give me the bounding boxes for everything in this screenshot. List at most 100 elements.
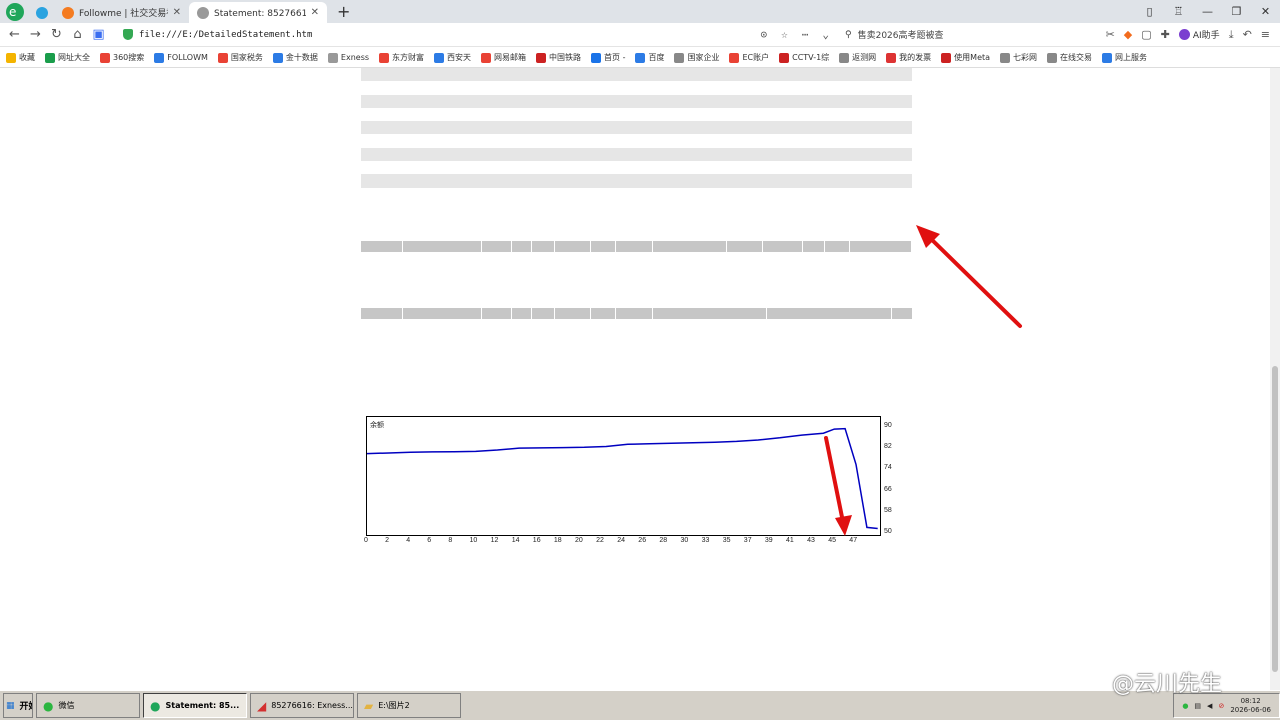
tab-icon[interactable]: ▢ — [1141, 28, 1151, 41]
bookmark-item[interactable]: Exness — [327, 52, 369, 63]
sidebar-icon[interactable]: ▯ — [1135, 5, 1164, 18]
bookmark-icon — [327, 52, 338, 63]
watermark: @云川先生 — [1112, 672, 1223, 697]
new-tab-button[interactable]: + — [327, 2, 360, 21]
x-tick-label: 39 — [764, 537, 773, 544]
bookmark-item[interactable]: 网易邮箱 — [481, 52, 526, 63]
page-icon — [197, 6, 209, 19]
bookmark-item[interactable]: 我的发票 — [886, 52, 931, 63]
bookmark-icon — [941, 52, 952, 63]
x-tick-label: 24 — [617, 537, 625, 544]
bookmark-icon — [45, 52, 55, 63]
bookmark-item[interactable]: 网上服务 — [1102, 52, 1147, 63]
x-tick-label: 45 — [828, 537, 836, 544]
extension-orange-icon[interactable]: ◆ — [1124, 28, 1132, 41]
bookmark-item[interactable]: 网址大全 — [45, 52, 90, 63]
search-box[interactable]: ⚲ 售卖2026高考题被查 — [837, 25, 1047, 45]
location-icon[interactable]: ⊙ — [761, 28, 768, 41]
vertical-scrollbar[interactable] — [1270, 68, 1280, 690]
bookmark-icon — [434, 52, 445, 63]
taskbar-item-statement[interactable]: ● Statement: 85... — [143, 693, 247, 718]
x-tick-label: 6 — [427, 537, 432, 544]
y-tick-label: 82 — [884, 443, 892, 451]
cut-icon[interactable]: ✂ — [1106, 28, 1115, 41]
search-text[interactable]: 售卖2026高考题被查 — [858, 28, 944, 41]
ai-icon — [1178, 29, 1190, 40]
y-tick-label: 90 — [884, 422, 892, 429]
x-tick-label: 14 — [511, 537, 520, 544]
y-tick-label: 74 — [884, 464, 892, 472]
reload-button[interactable]: ↻ — [46, 27, 67, 42]
tray-security-icon[interactable]: ⊘ — [1218, 702, 1224, 710]
start-button[interactable]: ▦ 开始 — [3, 693, 33, 718]
download-icon[interactable]: ⤓ — [1229, 28, 1234, 42]
home-button[interactable]: ⌂ — [67, 27, 88, 42]
address-text[interactable]: file:///E:/DetailedStatement.htm — [139, 30, 312, 40]
tab-followme[interactable]: Followme | 社交交易社区与 ✕ — [54, 2, 189, 23]
bookmark-item[interactable]: 国家税务 — [217, 52, 263, 63]
chevron-down-icon[interactable]: ⌄ — [822, 28, 829, 41]
bookmark-icon — [154, 52, 165, 63]
x-tick-label: 26 — [638, 537, 647, 544]
browser-logo-icon[interactable]: e — [4, 1, 26, 23]
close-icon[interactable]: ✕ — [173, 7, 181, 18]
bookmark-item[interactable]: 使用Meta — [941, 52, 990, 63]
bookmark-item[interactable]: 首页 - — [591, 52, 625, 63]
undo-icon[interactable]: ↶ — [1243, 28, 1252, 41]
forward-button[interactable]: → — [25, 27, 46, 42]
bookmark-item[interactable]: 国家企业 — [674, 52, 719, 63]
minimize-button[interactable]: — — [1193, 5, 1222, 18]
puzzle-icon[interactable]: ✚ — [1161, 28, 1170, 41]
bookmark-item[interactable]: 西安天 — [434, 52, 471, 63]
bookmark-item[interactable]: 七彩网 — [1000, 52, 1037, 63]
x-tick-label: 22 — [596, 537, 604, 544]
statement-page: 余额 0 2 4 6 8 10 12 14 16 18 20 22 24 26 28 30 33 35 37 39 41… — [0, 68, 1280, 690]
bookmark-item[interactable]: 中国铁路 — [536, 52, 581, 63]
bookmark-icon — [635, 52, 646, 63]
x-tick-label: 8 — [448, 537, 453, 544]
bookmark-label: 东方财富 — [392, 53, 425, 62]
tab-strip: e Followme | 社交交易社区与 ✕ Statement: 852766… — [0, 0, 1280, 23]
taskbar: ▦ 开始 ● 微信 ● Statement: 85... ◢ 85276616: Exn… — [0, 690, 1280, 720]
bookmark-item[interactable]: 返测网 — [839, 52, 876, 63]
bookmark-label: 在线交易 — [1060, 53, 1093, 62]
menu-icon[interactable]: ≡ — [1261, 28, 1270, 41]
bookmark-item[interactable]: 百度 — [635, 52, 664, 63]
x-tick-label: 10 — [469, 537, 478, 544]
taskbar-label: E:\图片2 — [378, 701, 410, 710]
ai-assistant-button[interactable]: AI助手 — [1178, 28, 1220, 41]
scrollbar-thumb[interactable] — [1272, 366, 1278, 672]
bookmark-label: 金十数据 — [285, 53, 318, 62]
bookmark-icon — [1000, 52, 1011, 63]
taskbar-item-folder[interactable]: ▰ E:\图片2 — [357, 693, 461, 718]
star-icon[interactable]: ☆ — [781, 28, 788, 41]
shirt-icon[interactable]: ♖ — [1164, 5, 1193, 18]
close-window-button[interactable]: ✕ — [1251, 5, 1280, 18]
bookmark-item[interactable]: 金十数据 — [272, 52, 318, 63]
app-icon[interactable]: ▣ — [88, 27, 109, 42]
bookmark-item[interactable]: 收藏 — [6, 52, 35, 63]
bookmark-item[interactable]: EC账户 — [729, 52, 769, 63]
tray-volume-icon[interactable]: ◀ — [1207, 702, 1212, 710]
more-icon[interactable]: ⋯ — [802, 28, 809, 41]
address-bar[interactable]: file:///E:/DetailedStatement.htm ⊙ ☆ ⋯ ⌄ — [117, 25, 837, 45]
tab-label: Followme | 社交交易社区与 — [79, 9, 168, 19]
bookmark-item[interactable]: FOLLOWM — [154, 52, 208, 63]
bookmark-item[interactable]: 在线交易 — [1047, 52, 1092, 63]
restore-button[interactable]: ❐ — [1222, 5, 1251, 18]
tray-network-icon[interactable]: ▤ — [1194, 702, 1201, 710]
bookmark-item[interactable]: 360搜索 — [100, 52, 144, 63]
taskbar-item-exness[interactable]: ◢ 85276616: Exness... — [250, 693, 354, 718]
bookmark-item[interactable]: 东方财富 — [379, 52, 424, 63]
bookmark-label: 返测网 — [852, 53, 877, 62]
bookmark-label: 收藏 — [19, 53, 35, 62]
back-button[interactable]: ← — [4, 27, 25, 42]
close-icon[interactable]: ✕ — [311, 7, 319, 18]
bookmark-label: 西安天 — [447, 53, 472, 62]
clock[interactable]: 08:12 2026-06-06 — [1230, 697, 1271, 715]
bookmark-item[interactable]: CCTV-1综 — [779, 52, 829, 63]
tab-telegram[interactable] — [32, 2, 54, 23]
tab-statement[interactable]: Statement: 85276616 - 免费 ✕ — [189, 2, 327, 23]
taskbar-item-wechat[interactable]: ● 微信 — [36, 693, 140, 718]
tray-wechat-icon[interactable]: ● — [1182, 702, 1188, 710]
